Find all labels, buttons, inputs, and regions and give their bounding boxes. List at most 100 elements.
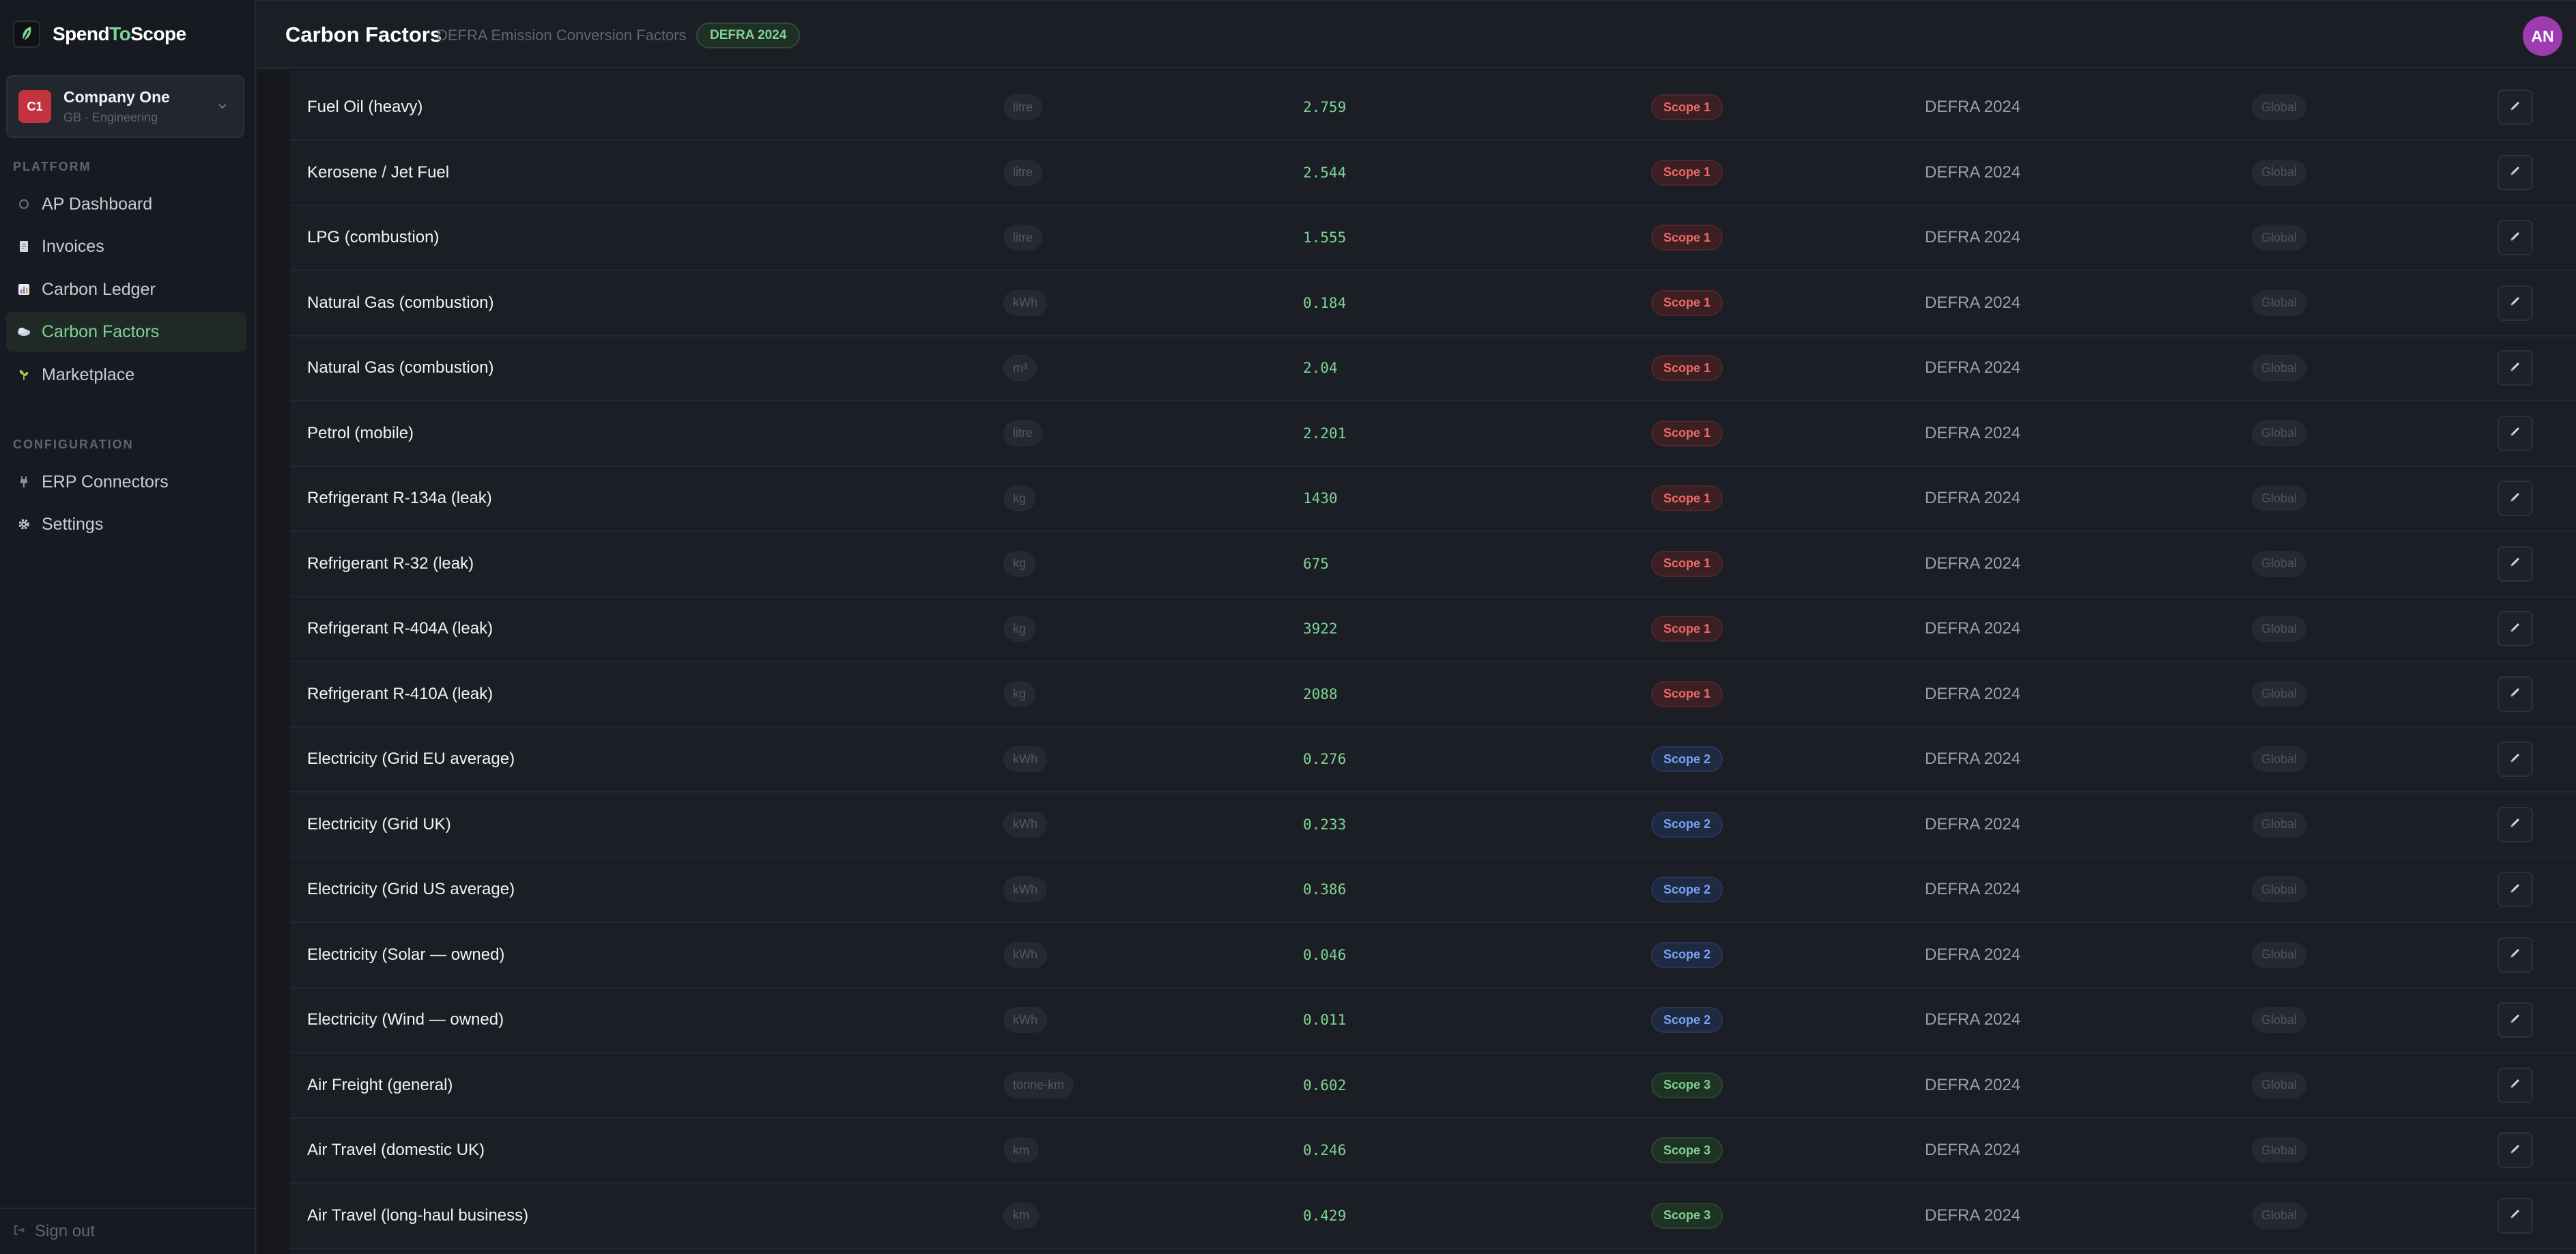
- edit-button[interactable]: [2498, 481, 2533, 516]
- user-avatar[interactable]: AN: [2523, 16, 2562, 56]
- table-row[interactable]: Electricity (Grid US average) kWh 0.386 Sco…: [290, 857, 2576, 923]
- edit-button[interactable]: [2498, 611, 2533, 646]
- edit-button[interactable]: [2498, 1132, 2533, 1168]
- sidebar-item-label: AP Dashboard: [42, 194, 153, 214]
- scope-cell: Scope 1: [1651, 271, 1723, 335]
- unit-badge: litre: [1003, 225, 1043, 251]
- source-cell: DEFRA 2024: [1925, 228, 2021, 246]
- sidebar-item-settings[interactable]: Settings: [6, 504, 246, 544]
- region-badge: Global: [2252, 1072, 2307, 1098]
- pencil-icon: [2509, 947, 2521, 963]
- table-row[interactable]: Refrigerant R-32 (leak) kg 675 Scope 1 DEFRA…: [290, 532, 2576, 597]
- edit-button[interactable]: [2498, 350, 2533, 386]
- scope-cell: Scope 2: [1651, 988, 1723, 1052]
- edit-cell: [2498, 857, 2533, 922]
- edit-button[interactable]: [2498, 806, 2533, 842]
- edit-button[interactable]: [2498, 1067, 2533, 1103]
- source-cell: DEFRA 2024: [1925, 162, 2021, 182]
- brand-name: SpendToScope: [53, 23, 186, 44]
- region-cell: Global: [2252, 923, 2307, 987]
- sidebar-item-ap-dashboard[interactable]: AP Dashboard: [6, 184, 246, 224]
- edit-button[interactable]: [2498, 741, 2533, 777]
- factor-value: 675: [1303, 555, 1329, 572]
- table-row[interactable]: Refrigerant R-404A (leak) kg 3922 Scope 1 DE…: [290, 597, 2576, 662]
- edit-button[interactable]: [2498, 1002, 2533, 1038]
- edit-cell: [2498, 988, 2533, 1052]
- edit-cell: [2498, 727, 2533, 791]
- sidebar-item-erp-connectors[interactable]: ERP Connectors: [6, 462, 246, 502]
- region-badge: Global: [2252, 289, 2307, 316]
- company-subtitle: GB · Engineering: [63, 111, 158, 124]
- edit-button[interactable]: [2498, 154, 2533, 190]
- unit-cell: m³: [1003, 336, 1037, 400]
- sign-out-button[interactable]: Sign out: [0, 1208, 255, 1254]
- table-row[interactable]: Electricity (Wind — owned) kWh 0.011 Scope …: [290, 988, 2576, 1053]
- edit-button[interactable]: [2498, 937, 2533, 973]
- factor-name: Electricity (Solar — owned): [307, 945, 505, 964]
- edit-button[interactable]: [2498, 415, 2533, 451]
- table-row[interactable]: Electricity (Grid EU average) kWh 0.276 Sco…: [290, 727, 2576, 793]
- table-row[interactable]: Kerosene / Jet Fuel litre 2.544 Scope 1 DEFR…: [290, 141, 2576, 206]
- edit-button[interactable]: [2498, 89, 2533, 125]
- edit-button[interactable]: [2498, 220, 2533, 255]
- sidebar-item-marketplace[interactable]: Marketplace: [6, 355, 246, 395]
- edit-cell: [2498, 1118, 2533, 1182]
- table-row[interactable]: Electricity (Grid UK) kWh 0.233 Scope 2 DEFR…: [290, 793, 2576, 858]
- pencil-icon: [2509, 621, 2521, 637]
- unit-cell: kWh: [1003, 793, 1047, 857]
- unit-cell: km: [1003, 1118, 1039, 1182]
- edit-button[interactable]: [2498, 285, 2533, 321]
- table-row[interactable]: Air Travel (long-haul business) km 0.429 Sc…: [290, 1184, 2576, 1249]
- table-row[interactable]: Refrigerant R-134a (leak) kg 1430 Scope 1 DE…: [290, 466, 2576, 532]
- source-cell: DEFRA 2024: [1925, 1141, 2021, 1159]
- factor-value: 0.429: [1303, 1207, 1347, 1224]
- scope-cell: Scope 2: [1651, 793, 1723, 857]
- region-cell: Global: [2252, 1053, 2307, 1117]
- unit-badge: km: [1003, 1202, 1039, 1229]
- table-row[interactable]: Air Travel (domestic UK) km 0.246 Scope 3 DE…: [290, 1118, 2576, 1184]
- scope-badge: Scope 1: [1651, 225, 1723, 251]
- factor-value: 2.04: [1303, 360, 1338, 376]
- scope-badge: Scope 2: [1651, 877, 1723, 902]
- chevron-down-icon: [217, 101, 228, 113]
- edit-button[interactable]: [2498, 1197, 2533, 1234]
- sidebar-item-carbon-factors[interactable]: Carbon Factors: [6, 312, 246, 352]
- company-text: Company One GB · Engineering: [63, 88, 170, 125]
- source-cell: DEFRA 2024: [1925, 1075, 2021, 1094]
- region-badge: Global: [2252, 941, 2307, 968]
- app-root: SpendToScope C1 Company One GB · Enginee…: [0, 0, 2576, 1254]
- scope-badge: Scope 1: [1651, 420, 1723, 446]
- sign-out-label: Sign out: [35, 1222, 96, 1240]
- unit-badge: kWh: [1003, 289, 1047, 316]
- table-row[interactable]: LPG (combustion) litre 1.555 Scope 1 DEFRA 2…: [290, 205, 2576, 271]
- brand[interactable]: SpendToScope: [13, 20, 186, 48]
- edit-button[interactable]: [2498, 545, 2533, 582]
- table-row[interactable]: Natural Gas (combustion) m³ 2.04 Scope 1 DEF…: [290, 336, 2576, 401]
- table-row[interactable]: Air Freight (general) tonne-km 0.602 Scope …: [290, 1053, 2576, 1119]
- scope-badge: Scope 2: [1651, 1007, 1723, 1033]
- unit-badge: kWh: [1003, 877, 1047, 902]
- pencil-icon: [2509, 491, 2521, 507]
- company-switcher[interactable]: C1 Company One GB · Engineering: [6, 75, 244, 138]
- table-row[interactable]: Natural Gas (combustion) kWh 0.184 Scope 1 D…: [290, 271, 2576, 337]
- sidebar-item-carbon-ledger[interactable]: Carbon Ledger: [6, 270, 246, 309]
- pencil-icon: [2509, 882, 2521, 898]
- sidebar-item-invoices[interactable]: Invoices: [6, 227, 246, 266]
- edit-button[interactable]: [2498, 872, 2533, 907]
- dataset-badge: DEFRA 2024: [696, 23, 801, 48]
- region-cell: Global: [2252, 1118, 2307, 1182]
- pencil-icon: [2509, 295, 2521, 311]
- unit-badge: kWh: [1003, 746, 1047, 772]
- scope-badge: Scope 2: [1651, 941, 1723, 968]
- table-row[interactable]: Petrol (mobile) litre 2.201 Scope 1 DEFRA 20…: [290, 401, 2576, 467]
- pencil-icon: [2509, 230, 2521, 246]
- edit-button[interactable]: [2498, 676, 2533, 712]
- circle-icon: [16, 196, 32, 212]
- table-row[interactable]: Electricity (Solar — owned) kWh 0.046 Scope…: [290, 923, 2576, 988]
- table-row[interactable]: Refrigerant R-410A (leak) kg 2088 Scope 1 DE…: [290, 662, 2576, 728]
- unit-cell: kWh: [1003, 923, 1047, 987]
- table-row[interactable]: Fuel Oil (heavy) litre 2.759 Scope 1 DEFRA 2…: [290, 75, 2576, 141]
- source-cell: DEFRA 2024: [1925, 619, 2021, 638]
- scope-cell: Scope 2: [1651, 857, 1723, 922]
- scope-cell: Scope 3: [1651, 1184, 1723, 1248]
